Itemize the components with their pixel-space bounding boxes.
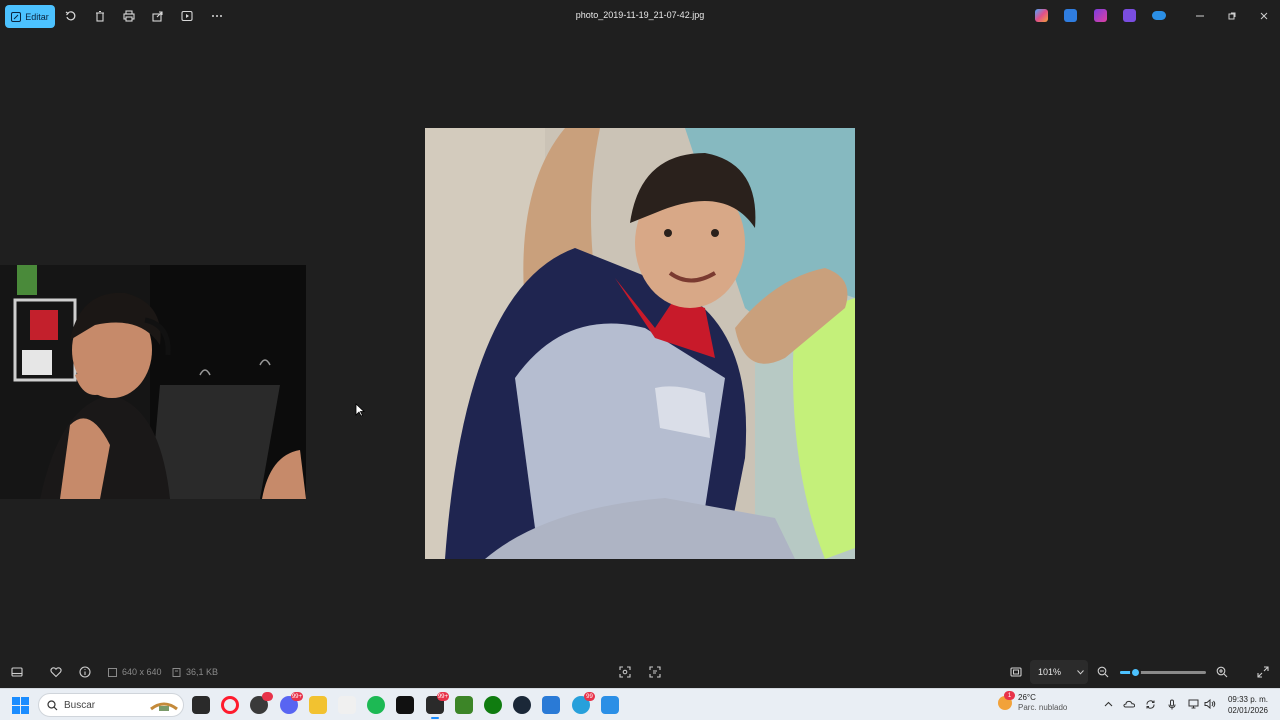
file-size-value: 36,1 KB [186,667,219,677]
zoom-level-dropdown[interactable]: 101% [1030,660,1088,684]
onedrive-tray-icon[interactable] [1122,697,1136,711]
capcut-icon[interactable] [396,696,414,714]
text-scan-icon[interactable] [647,664,663,680]
info-icon[interactable] [77,664,93,680]
top-toolbar: Editar photo_2019-11-19_21-07-42.jpg [0,0,1280,32]
zoom-out-icon[interactable] [1095,664,1111,680]
webcam-feed-illustration [0,265,306,499]
clock-time: 09:33 p. m. [1227,695,1269,704]
weather-icon: 1 [998,691,1015,710]
x-icon[interactable] [338,696,356,714]
weather-widget[interactable]: 1 26°C Parc. nublado [998,691,1068,713]
zoom-in-icon[interactable] [1214,664,1230,680]
discord-icon[interactable]: 99+ [280,692,303,714]
webcam-overlay [0,265,306,499]
clock-date: 02/01/2026 [1227,706,1269,715]
onedrive-icon[interactable] [1152,11,1166,20]
chevron-down-icon [1077,669,1084,675]
dimensions-value: 640 x 640 [122,667,162,677]
taskbar-clock[interactable]: 09:33 p. m. 02/01/2026 [1222,694,1274,716]
clipchamp-icon[interactable] [1094,9,1107,22]
minecraft-icon[interactable] [455,696,473,714]
weather-alert-badge: 1 [1004,691,1015,700]
notepad-icon[interactable] [542,696,560,714]
visual-search-icon[interactable] [617,664,633,680]
search-highlight-icon [150,702,178,711]
start-button-windows-icon[interactable] [12,697,29,714]
obs-icon[interactable]: 99+ [426,692,449,719]
child-photo-illustration [425,128,855,559]
copilot-icon[interactable] [1035,9,1048,22]
weather-temperature: 26°C [1018,693,1036,702]
opera-icon[interactable] [221,696,239,714]
fit-to-window-icon[interactable] [1008,664,1024,680]
photos-icon[interactable] [601,696,619,714]
task-view-icon[interactable] [192,696,210,714]
mouse-cursor-icon [355,403,365,417]
show-hidden-icons-chevron-icon[interactable] [1101,697,1115,711]
telegram-icon[interactable]: 99 [572,692,595,714]
sync-tray-icon[interactable] [1143,697,1157,711]
image-file-size: 36,1 KB [172,667,218,677]
zoom-slider-thumb[interactable] [1130,667,1141,678]
chrome-canary-icon[interactable] [250,692,273,714]
spotify-icon[interactable] [367,696,385,714]
zoom-level-value: 101% [1038,667,1062,677]
clipchamp-alt-icon[interactable] [1123,9,1136,22]
notification-badge: 99+ [290,692,303,701]
active-app-indicator [431,717,439,719]
file-size-icon [172,667,181,677]
network-tray-icon[interactable] [1186,697,1200,711]
taskbar-search-box[interactable]: Buscar [38,693,184,717]
image-dimensions: 640 x 640 [108,667,162,677]
zoom-slider[interactable] [1120,667,1206,678]
file-explorer-icon[interactable] [309,696,327,714]
notification-badge [262,692,273,701]
steam-icon[interactable] [513,696,531,714]
dimensions-icon [108,667,117,677]
minimize-icon[interactable] [1192,8,1208,24]
bottom-toolbar: 640 x 640 36,1 KB 101% [0,656,1280,688]
restore-icon[interactable] [1224,8,1240,24]
notification-badge: 99 [584,692,595,701]
designer-icon[interactable] [1064,9,1077,22]
displayed-photo[interactable] [425,128,855,559]
filmstrip-icon[interactable] [9,664,25,680]
close-icon[interactable] [1256,8,1272,24]
windows-taskbar: Buscar 99+ 99+ 99 1 26°C Parc. nublado 09:… [0,688,1280,720]
search-icon [47,699,58,710]
volume-tray-icon[interactable] [1203,697,1217,711]
favorite-icon[interactable] [48,664,64,680]
notification-badge: 99+ [436,692,449,701]
microphone-tray-icon[interactable] [1165,697,1179,711]
xbox-icon[interactable] [484,696,502,714]
weather-condition: Parc. nublado [1018,703,1068,712]
fullscreen-icon[interactable] [1255,664,1271,680]
window-title: photo_2019-11-19_21-07-42.jpg [575,10,705,20]
search-placeholder: Buscar [64,699,96,711]
